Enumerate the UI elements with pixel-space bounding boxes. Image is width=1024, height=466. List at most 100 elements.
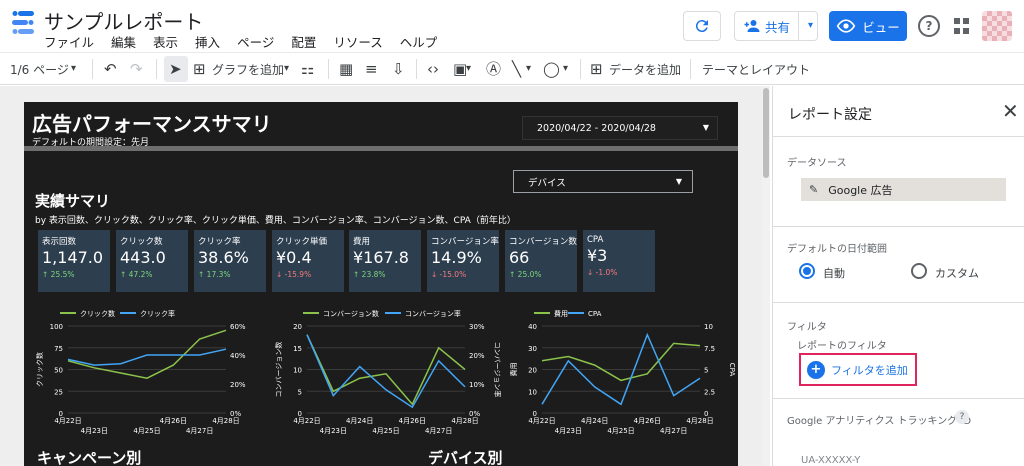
- y-axis-title-left: コンバージョン数: [274, 342, 283, 398]
- pencil-icon[interactable]: ✎: [809, 183, 818, 196]
- menu-resource[interactable]: リソース: [333, 32, 382, 51]
- text-icon[interactable]: Ⓐ: [486, 59, 501, 79]
- y-tick-left: 50: [54, 367, 63, 375]
- toolbar-divider: [328, 59, 329, 79]
- kpi-delta: ↓ -15.9%: [276, 270, 312, 279]
- undo-icon[interactable]: ↶: [104, 59, 117, 79]
- avatar[interactable]: [982, 11, 1012, 41]
- kpi-value: ¥3: [587, 246, 608, 265]
- add-control-icon[interactable]: ⚏: [301, 59, 314, 79]
- ga-tracking-input[interactable]: UA-XXXXX-Y: [801, 455, 860, 466]
- section-summary-title: 実績サマリ: [35, 192, 111, 210]
- cost-cpa-chart[interactable]: 費用 CPA01020304002.557.510費用 CPA4月22日4月23日4…: [504, 302, 736, 434]
- y-tick-right: 30%: [469, 323, 485, 331]
- panel-title: レポート設定: [788, 107, 872, 123]
- menu-help[interactable]: ヘルプ: [400, 32, 438, 51]
- report-page: 広告パフォーマンスサマリ デフォルトの期間設定：先月 2020/04/22 - …: [24, 102, 738, 466]
- refresh-icon: [695, 20, 708, 33]
- kpi-label: 表示回数: [42, 237, 77, 247]
- menu-file[interactable]: ファイル: [44, 32, 94, 51]
- eye-icon: [836, 19, 856, 33]
- filter-label: フィルタ: [787, 322, 827, 333]
- y-tick-right: 5: [704, 367, 708, 375]
- share-button[interactable]: 共有 ▾: [734, 11, 818, 41]
- add-data-button[interactable]: データを追加: [609, 61, 681, 78]
- x-tick-label: 4月22日: [293, 417, 320, 425]
- page-dropdown-icon[interactable]: ▾: [71, 59, 76, 79]
- kpi-card[interactable]: コンバージョン数 66 ↑ 25.0%: [505, 230, 577, 292]
- kpi-label: CPA: [587, 235, 604, 245]
- kpi-delta: ↑ 17.3%: [198, 270, 231, 279]
- help-icon[interactable]: ?: [955, 410, 969, 424]
- kpi-delta: ↑ 47.2%: [120, 270, 153, 279]
- kpi-card[interactable]: クリック率 38.6% ↑ 17.3%: [194, 230, 266, 292]
- menu-edit[interactable]: 編集: [111, 32, 136, 51]
- menu-arrange[interactable]: 配置: [291, 32, 316, 51]
- y-tick-right: 20%: [469, 352, 485, 360]
- refresh-button[interactable]: [683, 11, 721, 41]
- apps-grid-icon[interactable]: [954, 18, 970, 34]
- kpi-card[interactable]: コンバージョン率 14.9% ↓ -15.0%: [427, 230, 499, 292]
- x-tick-label: 4月23日: [81, 427, 108, 434]
- kpi-card[interactable]: 費用 ¥167.8 ↑ 23.8%: [349, 230, 421, 292]
- add-data-icon[interactable]: ⊞: [590, 59, 603, 79]
- kpi-card[interactable]: CPA ¥3 ↓ -1.0%: [583, 230, 655, 292]
- y-tick-right: 40%: [230, 352, 246, 360]
- code-icon[interactable]: ‹›: [427, 59, 439, 79]
- share-dropdown-icon[interactable]: ▾: [808, 20, 813, 31]
- y-tick-right: 60%: [230, 323, 246, 331]
- datasource-chip[interactable]: ✎ Google 広告: [801, 178, 1006, 201]
- theme-layout-button[interactable]: テーマとレイアウト: [702, 61, 810, 78]
- date-range-icon[interactable]: ▦: [339, 59, 353, 79]
- image-dropdown-icon[interactable]: ▾: [466, 59, 471, 79]
- y-tick-right: 7.5: [704, 345, 715, 353]
- x-tick-label: 4月25日: [133, 427, 160, 434]
- y-tick-left: 5: [298, 388, 302, 396]
- page-selector[interactable]: 1/6 ページ: [10, 61, 69, 78]
- kpi-value: 38.6%: [198, 248, 249, 267]
- toolbar-divider: [690, 59, 691, 79]
- kpi-card[interactable]: 表示回数 1,147.0 ↑ 25.5%: [38, 230, 110, 292]
- report-title[interactable]: サンプルレポート: [44, 6, 203, 35]
- add-chart-icon[interactable]: ⊞: [193, 59, 206, 79]
- y-axis-title-left: 費用: [509, 363, 518, 377]
- cursor-icon[interactable]: ➤: [169, 59, 182, 79]
- clicks-chart[interactable]: クリック数 クリック率02550751000%20%40%60%クリック数4月22…: [30, 302, 262, 434]
- menu-view[interactable]: 表示: [153, 32, 178, 51]
- radio-custom-label: カスタム: [935, 267, 979, 280]
- ga-tracking-label: Google アナリティクス トラッキング ID: [787, 416, 972, 427]
- legend-label: CPA: [588, 310, 602, 318]
- redo-icon[interactable]: ↷: [130, 59, 143, 79]
- menu-page[interactable]: ページ: [237, 32, 274, 51]
- menu-insert[interactable]: 挿入: [195, 32, 220, 51]
- chevron-down-icon: ▼: [702, 123, 709, 132]
- help-icon[interactable]: ?: [918, 15, 940, 37]
- report-settings-panel: レポート設定 ✕ データソース ✎ Google 広告 デフォルトの日付範囲 自…: [772, 86, 1024, 466]
- device-filter-control[interactable]: デバイス ▼: [513, 170, 693, 193]
- header-divider: [24, 146, 738, 151]
- y-tick-left: 40: [528, 323, 537, 331]
- data-control-icon[interactable]: ⇩: [392, 59, 405, 79]
- scrollbar-thumb[interactable]: [763, 88, 769, 178]
- line-dropdown-icon[interactable]: ▾: [526, 59, 531, 79]
- filter-control-icon[interactable]: ≡: [365, 59, 378, 79]
- close-icon[interactable]: ✕: [1002, 99, 1019, 123]
- shape-dropdown-icon[interactable]: ▾: [563, 59, 568, 79]
- radio-auto[interactable]: [799, 263, 815, 279]
- y-tick-right: 2.5: [704, 388, 715, 396]
- report-heading: 広告パフォーマンスサマリ: [32, 112, 272, 136]
- data-studio-logo[interactable]: [10, 8, 36, 38]
- date-range-control[interactable]: 2020/04/22 - 2020/04/28 ▼: [522, 116, 718, 140]
- radio-custom[interactable]: [911, 263, 927, 279]
- x-tick-label: 4月26日: [634, 417, 661, 425]
- kpi-card[interactable]: クリック数 443.0 ↑ 47.2%: [116, 230, 188, 292]
- add-chart-button[interactable]: グラフを追加: [212, 61, 284, 78]
- kpi-card[interactable]: クリック単価 ¥0.4 ↓ -15.9%: [272, 230, 344, 292]
- view-button[interactable]: ビュー: [829, 11, 907, 41]
- line-icon[interactable]: ╲: [512, 59, 521, 79]
- add-chart-dropdown-icon[interactable]: ▾: [284, 59, 289, 79]
- conversions-chart[interactable]: コンバージョン数 コンバージョン率051015200%10%20%30%コンバージ…: [269, 302, 501, 434]
- add-person-icon: [744, 20, 760, 32]
- shape-icon[interactable]: ◯: [543, 59, 560, 79]
- add-filter-button[interactable]: + フィルタを追加: [799, 353, 917, 386]
